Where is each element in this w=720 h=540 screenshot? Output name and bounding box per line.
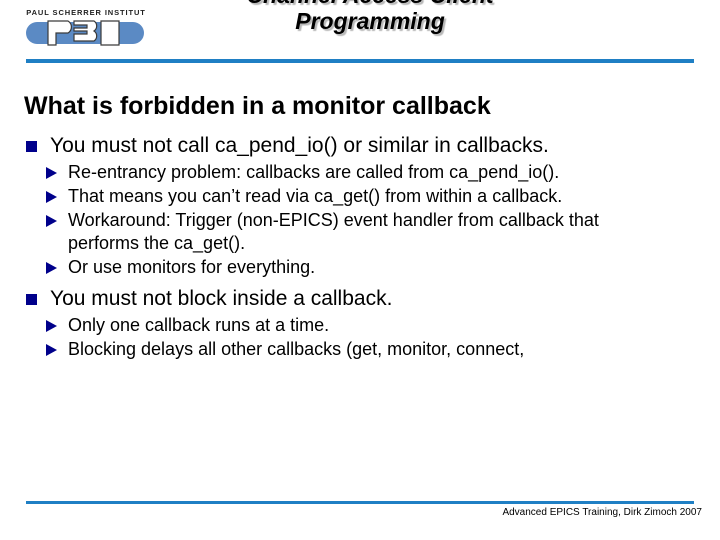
footer-divider bbox=[26, 501, 694, 504]
triangle-bullet-icon bbox=[46, 262, 57, 274]
slide-header: PAUL SCHERRER INSTITUT Channel Access Cl… bbox=[0, 0, 720, 63]
list-item: Only one callback runs at a time. bbox=[0, 314, 720, 337]
list-item-label: Workaround: Trigger (non-EPICS) event ha… bbox=[68, 210, 599, 253]
list-item-label: You must not call ca_pend_io() or simila… bbox=[50, 134, 549, 157]
header-divider bbox=[26, 59, 694, 63]
square-bullet-icon bbox=[26, 141, 37, 152]
list-item: Or use monitors for everything. bbox=[0, 256, 720, 279]
list-item-label: Re-entrancy problem: callbacks are calle… bbox=[68, 162, 560, 182]
footer-label: Advanced EPICS Training, Dirk Zimoch 200… bbox=[502, 507, 702, 518]
triangle-bullet-icon bbox=[46, 215, 57, 227]
list-item: You must not block inside a callback. bbox=[0, 285, 720, 312]
list-item: Workaround: Trigger (non-EPICS) event ha… bbox=[0, 209, 720, 255]
list-item-label: Or use monitors for everything. bbox=[68, 257, 316, 277]
triangle-bullet-icon bbox=[46, 167, 57, 179]
list-item-label: That means you can’t read via ca_get() f… bbox=[68, 186, 563, 206]
list-item-label: Blocking delays all other callbacks (get… bbox=[68, 339, 525, 359]
list-item: You must not call ca_pend_io() or simila… bbox=[0, 132, 720, 159]
list-item-label: You must not block inside a callback. bbox=[50, 287, 393, 310]
list-item: Re-entrancy problem: callbacks are calle… bbox=[0, 161, 720, 184]
list-item: That means you can’t read via ca_get() f… bbox=[0, 185, 720, 208]
triangle-bullet-icon bbox=[46, 191, 57, 203]
square-bullet-icon bbox=[26, 294, 37, 305]
list-item-label: Only one callback runs at a time. bbox=[68, 315, 330, 335]
psi-logo: PAUL SCHERRER INSTITUT bbox=[20, 8, 148, 54]
slide-title: Channel Access Client Programming bbox=[246, 0, 493, 34]
list-item: Blocking delays all other callbacks (get… bbox=[0, 338, 720, 361]
page-title: What is forbidden in a monitor callback bbox=[24, 92, 491, 120]
psi-acronym-mark bbox=[45, 18, 125, 48]
triangle-bullet-icon bbox=[46, 344, 57, 356]
psi-institute-label: PAUL SCHERRER INSTITUT bbox=[26, 8, 146, 17]
sub-list: Only one callback runs at a time. Blocki… bbox=[0, 314, 720, 361]
triangle-bullet-icon bbox=[46, 320, 57, 332]
bullet-list: You must not call ca_pend_io() or simila… bbox=[0, 132, 720, 367]
sub-list: Re-entrancy problem: callbacks are calle… bbox=[0, 161, 720, 279]
